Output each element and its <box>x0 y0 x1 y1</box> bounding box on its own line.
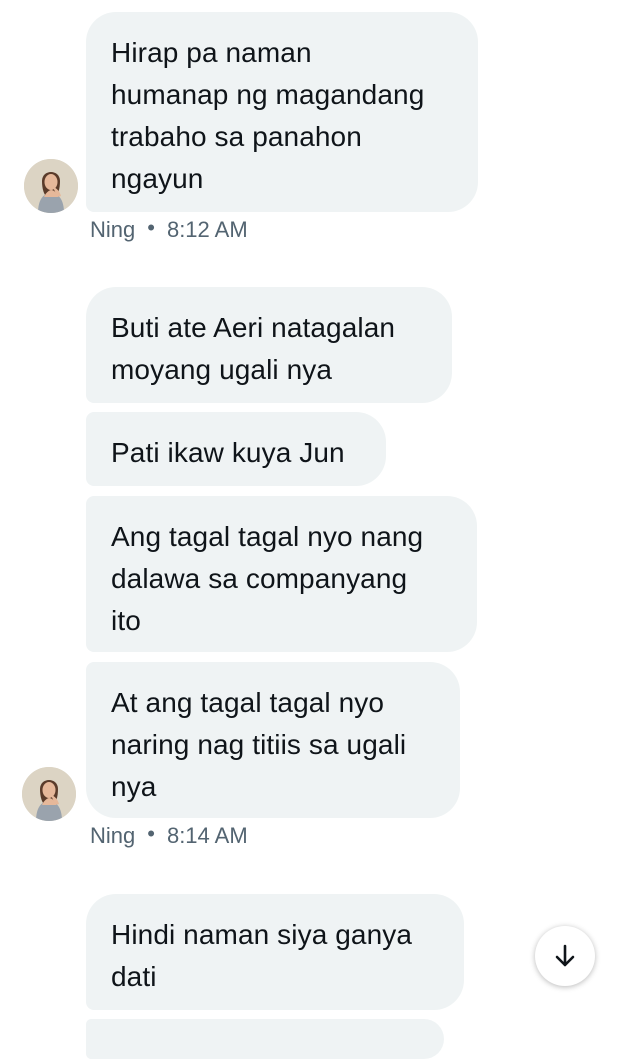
separator-dot: • <box>147 215 155 240</box>
message-text: Hirap pa naman <box>111 37 312 68</box>
message-text: dati <box>111 961 157 992</box>
message-text: Pati ikaw kuya Jun <box>111 437 345 468</box>
arrow-down-icon <box>555 944 575 967</box>
profile-photo-icon <box>24 159 78 213</box>
message-text: nya <box>111 771 157 802</box>
message-text: Hindi naman siya ganya <box>111 919 413 950</box>
message-meta: Ning • 8:12 AM <box>90 215 248 243</box>
separator-dot: • <box>147 821 155 846</box>
sender-avatar[interactable] <box>22 767 76 821</box>
message-bubble[interactable]: Ang tagal tagal nyo nang dalawa sa compa… <box>86 496 477 652</box>
message-text: humanap ng magandang <box>111 79 425 110</box>
timestamp: 8:12 AM <box>166 217 248 242</box>
message-text: ito <box>111 605 141 636</box>
message-meta: Ning • 8:14 AM <box>90 821 248 849</box>
message-bubble[interactable]: At ang tagal tagal nyo naring nag titiis… <box>86 662 460 818</box>
message-text: At ang tagal tagal nyo <box>111 687 385 718</box>
sender-name: Ning <box>90 217 136 242</box>
message-text: ngayun <box>111 163 204 194</box>
message-bubble[interactable]: Hirap pa naman humanap ng magandang trab… <box>86 12 478 212</box>
profile-photo-icon <box>22 767 76 821</box>
message-text: naring nag titiis sa ugali <box>111 729 407 760</box>
message-text: Buti ate Aeri natagalan <box>111 312 396 343</box>
sender-avatar[interactable] <box>24 159 78 213</box>
message-bubble[interactable]: Pati ikaw kuya Jun <box>86 412 386 486</box>
message-text: Ang tagal tagal nyo nang <box>111 521 424 552</box>
message-text: dalawa sa companyang <box>111 563 408 594</box>
message-bubble-partial <box>86 1019 444 1059</box>
timestamp: 8:14 AM <box>166 823 248 848</box>
message-bubble[interactable]: Buti ate Aeri natagalan moyang ugali nya <box>86 287 452 403</box>
message-text: moyang ugali nya <box>111 354 333 385</box>
message-bubble[interactable]: Hindi naman siya ganya dati <box>86 894 464 1010</box>
sender-name: Ning <box>90 823 136 848</box>
scroll-to-bottom-button[interactable] <box>535 926 595 986</box>
message-text: trabaho sa panahon <box>111 121 362 152</box>
